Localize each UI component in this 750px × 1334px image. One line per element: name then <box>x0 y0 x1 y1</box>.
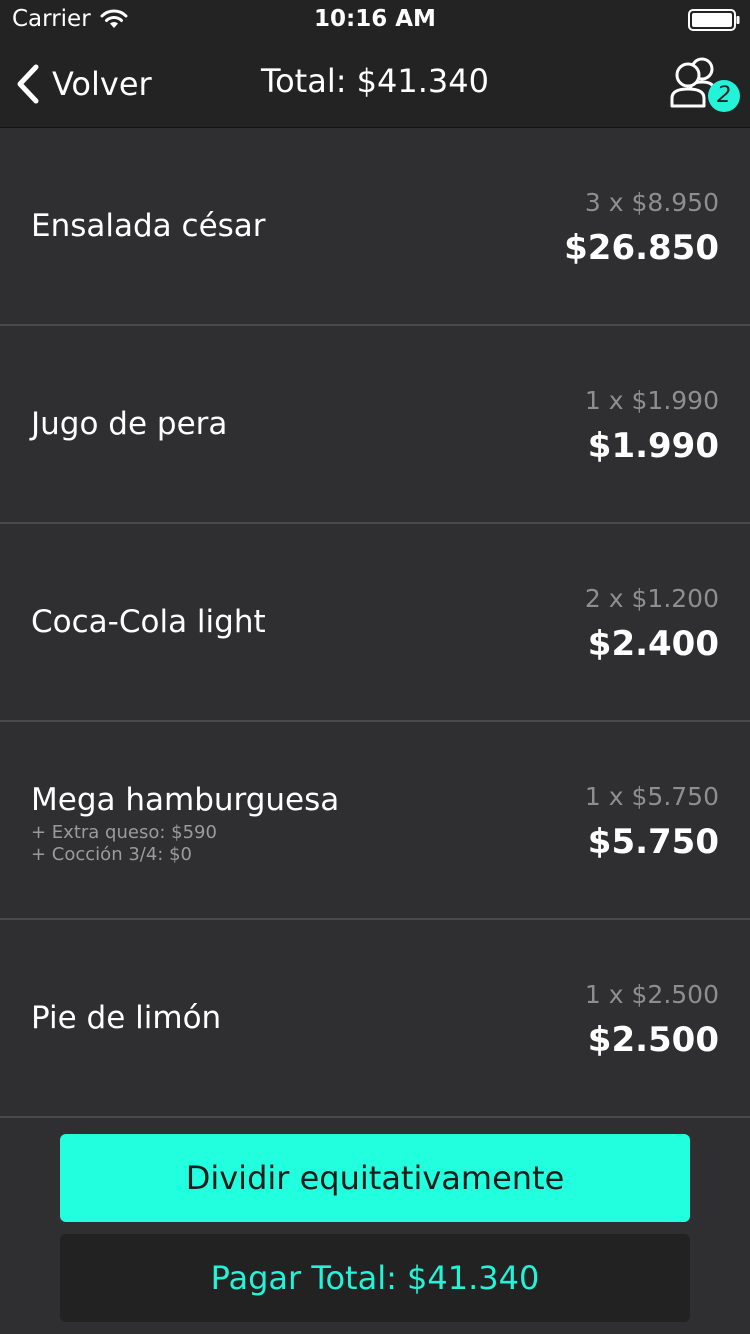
item-unit-price: 3 x $8.950 <box>584 188 719 217</box>
item-name: Coca-Cola light <box>31 604 266 640</box>
items-list: Ensalada césar 3 x $8.950 $26.850 Jugo d… <box>0 128 750 1118</box>
item-total: $2.400 <box>587 624 719 664</box>
item-unit-price: 1 x $2.500 <box>584 980 719 1009</box>
item-name-block: Mega hamburguesa + Extra queso: $590 + C… <box>31 722 339 918</box>
list-item[interactable]: Jugo de pera 1 x $1.990 $1.990 <box>0 326 750 524</box>
nav-bar: Volver Total: $41.340 2 <box>0 40 750 128</box>
people-button[interactable]: 2 <box>668 56 744 114</box>
status-bar: Carrier 10:16 AM <box>0 0 750 40</box>
item-name-block: Ensalada césar <box>31 128 266 324</box>
people-count-badge: 2 <box>708 80 740 112</box>
clock: 10:16 AM <box>314 6 436 32</box>
item-total: $5.750 <box>587 822 719 862</box>
item-name: Jugo de pera <box>31 406 228 442</box>
item-total: $1.990 <box>587 426 719 466</box>
list-item[interactable]: Ensalada césar 3 x $8.950 $26.850 <box>0 128 750 326</box>
page-title: Total: $41.340 <box>260 62 489 100</box>
list-item[interactable]: Mega hamburguesa + Extra queso: $590 + C… <box>0 722 750 920</box>
item-modifier: + Extra queso: $590 <box>31 822 217 843</box>
item-name: Pie de limón <box>31 1000 222 1036</box>
item-unit-price: 2 x $1.200 <box>584 584 719 613</box>
item-name: Mega hamburguesa <box>31 782 340 818</box>
item-total: $2.500 <box>587 1020 719 1060</box>
footer: Dividir equitativamente Pagar Total: $41… <box>0 1118 750 1334</box>
item-unit-price: 1 x $1.990 <box>584 386 719 415</box>
screen: Carrier 10:16 AM Volver Total: $41.340 2… <box>0 0 750 1334</box>
item-name-block: Coca-Cola light <box>31 524 266 720</box>
list-item[interactable]: Pie de limón 1 x $2.500 $2.500 <box>0 920 750 1118</box>
item-unit-price: 1 x $5.750 <box>584 782 719 811</box>
list-item[interactable]: Coca-Cola light 2 x $1.200 $2.400 <box>0 524 750 722</box>
item-name-block: Jugo de pera <box>31 326 227 522</box>
item-total: $26.850 <box>564 228 719 268</box>
item-modifier: + Cocción 3/4: $0 <box>31 844 192 865</box>
item-name: Ensalada césar <box>31 208 266 244</box>
pay-total-button[interactable]: Pagar Total: $41.340 <box>60 1234 690 1322</box>
battery-icon <box>688 9 740 31</box>
split-equally-button[interactable]: Dividir equitativamente <box>60 1134 690 1222</box>
item-name-block: Pie de limón <box>31 920 221 1116</box>
